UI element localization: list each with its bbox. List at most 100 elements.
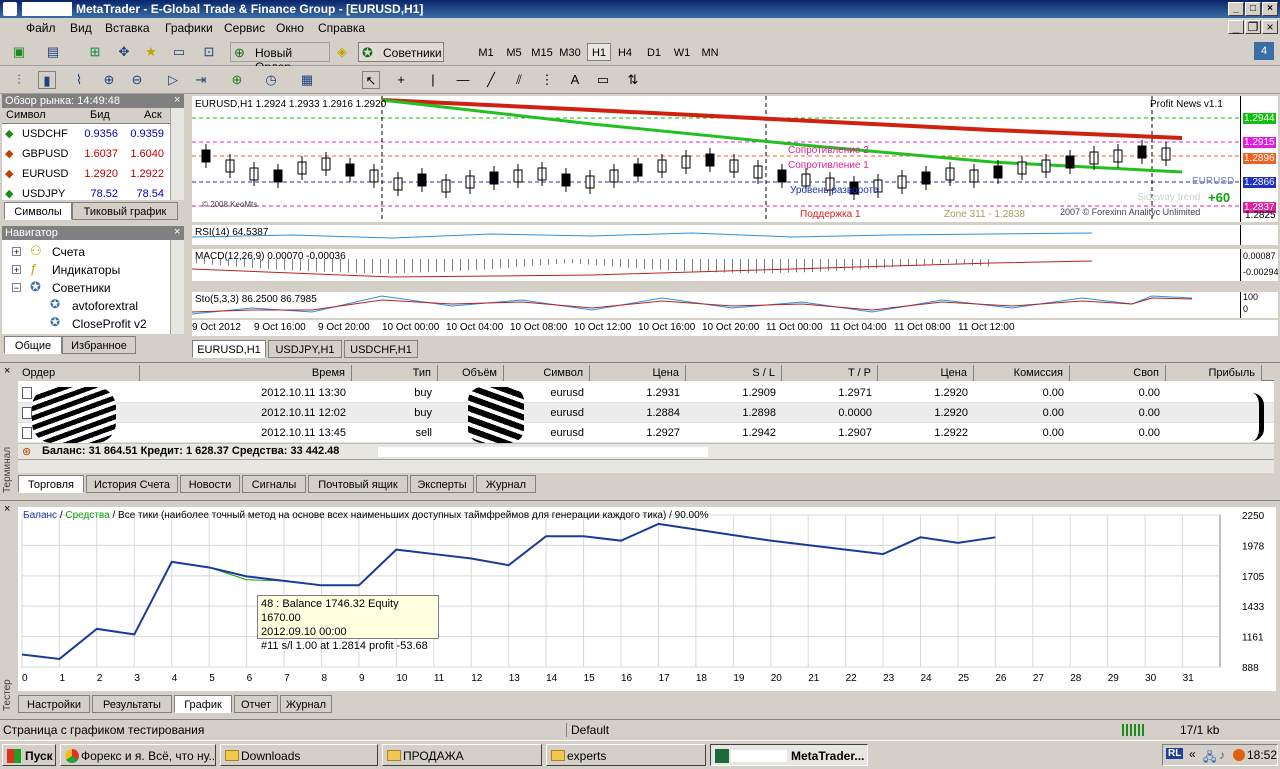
new-chart-icon[interactable]: ▣: [10, 43, 28, 61]
col-sl[interactable]: S / L: [686, 365, 782, 381]
tab-experts[interactable]: Эксперты: [410, 475, 474, 493]
tester-close-icon[interactable]: ×: [4, 503, 10, 515]
tab-settings[interactable]: Настройки: [18, 695, 90, 713]
nav-indicators[interactable]: Индикаторы: [52, 263, 120, 277]
col-swap[interactable]: Своп: [1070, 365, 1166, 381]
nav-scrollbar[interactable]: [170, 240, 184, 334]
new-order-button[interactable]: ⊕ Новый Ордер: [230, 42, 330, 74]
tf-h4[interactable]: H4: [614, 44, 636, 62]
tf-m15[interactable]: M15: [530, 44, 554, 62]
terminal-icon[interactable]: ▭: [170, 43, 188, 61]
col-price[interactable]: Цена: [590, 365, 686, 381]
chart-tab-usdchf[interactable]: USDCHF,H1: [344, 340, 418, 358]
minimize-button[interactable]: _: [1228, 2, 1244, 16]
maximize-button[interactable]: □: [1245, 2, 1261, 16]
text-icon[interactable]: A: [566, 71, 584, 89]
terminal-close-icon[interactable]: ×: [4, 365, 10, 377]
order-row[interactable]: 2012.10.11 13:45 sell eurusd 1.2927 1.2942 1.…: [18, 423, 1274, 443]
navigator-close-icon[interactable]: ×: [174, 226, 180, 238]
col-volume[interactable]: Объём: [438, 365, 504, 381]
terminal-hscrollbar[interactable]: [18, 459, 1274, 473]
tab-signals[interactable]: Сигналы: [242, 475, 306, 493]
tab-favorites[interactable]: Избранное: [62, 336, 136, 354]
col-type[interactable]: Тип: [352, 365, 438, 381]
tf-mn[interactable]: MN: [698, 44, 722, 62]
mw-col-symbol[interactable]: Символ: [6, 109, 46, 121]
mw-scrollbar[interactable]: [170, 108, 184, 200]
balance-row[interactable]: ⊛ Баланс: 31 864.51 Кредит: 1 628.37 Сре…: [18, 443, 1274, 459]
close-button[interactable]: ×: [1262, 2, 1278, 16]
tf-h1[interactable]: H1: [587, 43, 611, 61]
warning-icon[interactable]: ◈: [333, 43, 351, 61]
collapse-icon[interactable]: −: [12, 283, 21, 293]
candles-icon[interactable]: ▮: [38, 71, 56, 89]
language-indicator[interactable]: RL: [1166, 748, 1184, 759]
col-profit[interactable]: Прибыль: [1166, 365, 1262, 381]
channel-icon[interactable]: ⫽: [510, 71, 528, 89]
tab-report[interactable]: Отчет: [234, 695, 278, 713]
chart-tab-usdjpy[interactable]: USDJPY,H1: [268, 340, 342, 358]
price-pane[interactable]: EURUSD,H1 1.2924 1.2933 1.2916 1.2920 Pr…: [192, 96, 1240, 222]
tf-m1[interactable]: M1: [476, 44, 496, 62]
volume-icon[interactable]: ♪: [1219, 748, 1225, 762]
mw-row[interactable]: ◆ EURUSD 1.2920 1.2922: [2, 164, 172, 184]
data-window-icon[interactable]: ✥: [115, 43, 133, 61]
tab-general[interactable]: Общие: [4, 336, 62, 354]
fibo-icon[interactable]: ⋮: [538, 71, 556, 89]
autoscroll-icon[interactable]: ▷: [164, 71, 182, 89]
macd-pane[interactable]: MACD(12,26,9) 0.00070 -0.00036: [192, 249, 1240, 281]
doc-restore-button[interactable]: ❐: [1245, 20, 1261, 34]
task-experts[interactable]: experts: [546, 744, 706, 766]
menu-window[interactable]: Окно: [276, 21, 304, 35]
market-watch-icon[interactable]: ⊞: [86, 43, 104, 61]
tester-graph[interactable]: 0 1 2 3 4 5 6 7 8 9 10 11 12 13 14 15 16 17 18 19 20 21 22 23 24…: [18, 507, 1276, 691]
trendline-icon[interactable]: ╱: [482, 71, 500, 89]
line-chart-icon[interactable]: ⌇: [70, 71, 88, 89]
horizontal-line-icon[interactable]: —: [454, 71, 472, 89]
tf-d1[interactable]: D1: [643, 44, 665, 62]
mw-col-bid[interactable]: Бид: [90, 109, 110, 121]
zoom-out-icon[interactable]: ⊖: [128, 71, 146, 89]
tab-graph[interactable]: График: [174, 695, 232, 713]
task-downloads[interactable]: Downloads: [220, 744, 378, 766]
order-row[interactable]: 2012.10.11 13:30 buy eurusd 1.2931 1.2909 1.2…: [18, 383, 1274, 403]
tf-m30[interactable]: M30: [558, 44, 582, 62]
expand-icon[interactable]: +: [12, 265, 21, 275]
doc-minimize-button[interactable]: _: [1228, 20, 1244, 34]
bar-chart-icon[interactable]: ⫶: [10, 71, 28, 89]
indicators-icon[interactable]: ⊕: [228, 71, 246, 89]
mw-row[interactable]: ◆ USDCHF 0.9356 0.9359: [2, 124, 172, 144]
menu-file[interactable]: Файл: [26, 21, 56, 35]
menu-view[interactable]: Вид: [70, 21, 92, 35]
tab-tick-chart[interactable]: Тиковый график: [72, 202, 178, 220]
mw-row[interactable]: ◆ GBPUSD 1.6037 1.6040: [2, 144, 172, 164]
notifications-badge[interactable]: 4: [1254, 42, 1274, 60]
task-browser[interactable]: Форекс и я. Всё, что ну...: [60, 744, 216, 766]
chart-tab-eurusd[interactable]: EURUSD,H1: [192, 340, 266, 358]
menu-charts[interactable]: Графики: [165, 21, 213, 35]
task-prodazha[interactable]: ПРОДАЖА: [382, 744, 542, 766]
col-cur-price[interactable]: Цена: [878, 365, 974, 381]
task-metatrader[interactable]: MetaTrader...: [710, 744, 868, 766]
vertical-line-icon[interactable]: |: [424, 71, 442, 89]
market-watch-close-icon[interactable]: ×: [174, 94, 180, 106]
menu-insert[interactable]: Вставка: [105, 21, 150, 35]
arrows-icon[interactable]: ⇅: [624, 71, 642, 89]
profiles-icon[interactable]: ▤: [44, 43, 62, 61]
tab-mailbox[interactable]: Почтовый ящик: [308, 475, 408, 493]
tray-expand-icon[interactable]: «: [1189, 747, 1196, 761]
col-commission[interactable]: Комиссия: [974, 365, 1070, 381]
stochastic-pane[interactable]: Sto(5,3,3) 86.2500 86.7985: [192, 292, 1240, 318]
nav-expert-closeprofit[interactable]: CloseProfit v2: [72, 317, 147, 331]
nav-accounts[interactable]: Счета: [52, 245, 85, 259]
tab-results[interactable]: Результаты: [92, 695, 172, 713]
tab-history[interactable]: История Счета: [86, 475, 178, 493]
chart-shift-icon[interactable]: ⇥: [192, 71, 210, 89]
start-button[interactable]: Пуск: [2, 744, 56, 766]
order-row[interactable]: 2012.10.11 12:02 buy eurusd 1.2884 1.2898 0.0…: [18, 403, 1274, 423]
network-icon[interactable]: 🖧: [1203, 748, 1216, 769]
tab-tester-journal[interactable]: Журнал: [280, 695, 332, 713]
crosshair-icon[interactable]: +: [392, 71, 410, 89]
doc-close-button[interactable]: ×: [1262, 20, 1278, 34]
col-time[interactable]: Время: [140, 365, 352, 381]
